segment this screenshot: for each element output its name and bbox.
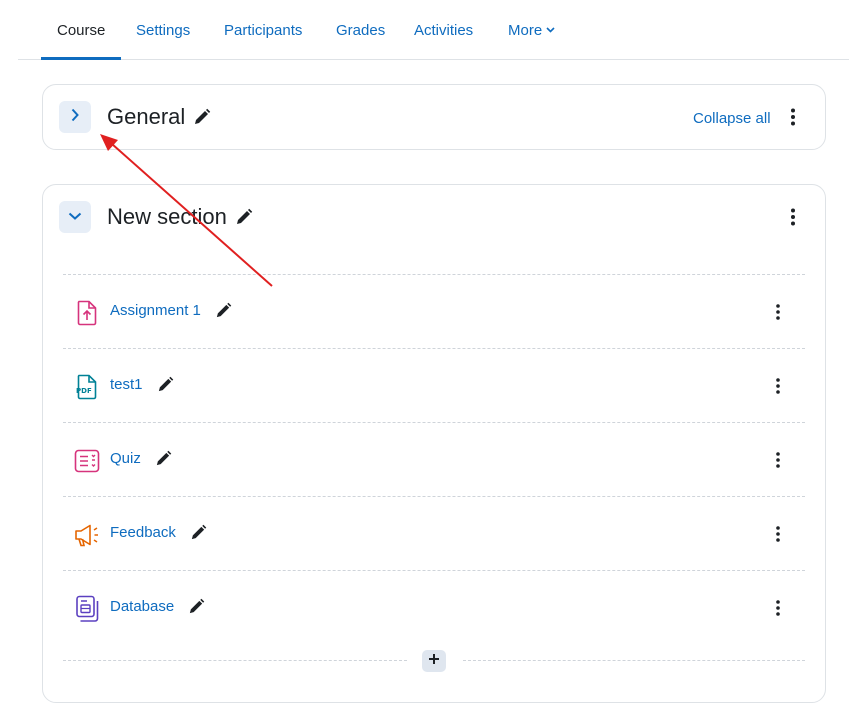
activity-actions-menu-icon[interactable] <box>771 301 785 323</box>
section-new-section: New section Assignment 1 PDF test1 Quiz … <box>42 184 826 703</box>
chevron-down-icon <box>68 208 82 226</box>
edit-pencil-icon[interactable] <box>215 302 232 319</box>
pdf-file-icon: PDF <box>73 373 101 401</box>
activity-link[interactable]: test1 <box>110 376 174 393</box>
activity-divider <box>63 422 805 423</box>
chevron-down-icon <box>546 27 555 33</box>
expand-section-toggle[interactable] <box>59 101 91 133</box>
section-title: General <box>107 104 211 130</box>
database-icon <box>73 595 101 623</box>
edit-pencil-icon[interactable] <box>193 108 211 126</box>
pdf-icon-label: PDF <box>76 387 92 395</box>
tab-more-label: More <box>508 21 543 39</box>
plus-icon <box>428 652 440 670</box>
tab-grades[interactable]: Grades <box>336 0 385 60</box>
activity-actions-menu-icon[interactable] <box>771 375 785 397</box>
activity-actions-menu-icon[interactable] <box>771 449 785 471</box>
tab-participants[interactable]: Participants <box>224 0 302 60</box>
section-title: New section <box>107 204 253 230</box>
activity-name[interactable]: Quiz <box>110 450 141 467</box>
activity-divider <box>63 274 805 275</box>
edit-pencil-icon[interactable] <box>235 208 253 226</box>
megaphone-icon <box>73 521 101 549</box>
tab-participants-label: Participants <box>224 21 303 39</box>
course-navigation-tabs: Course Settings Participants Grades Acti… <box>18 0 849 60</box>
section-general: General Collapse all <box>42 84 826 150</box>
collapse-section-toggle[interactable] <box>59 201 91 233</box>
activity-item: Quiz <box>63 440 805 480</box>
add-activity-button[interactable] <box>422 650 446 672</box>
activity-item: Database <box>63 588 805 628</box>
activity-actions-menu-icon[interactable] <box>771 523 785 545</box>
activity-item: Assignment 1 <box>63 292 805 332</box>
activity-divider <box>63 348 805 349</box>
tab-activities[interactable]: Activities <box>414 0 473 60</box>
edit-pencil-icon[interactable] <box>155 450 172 467</box>
activity-divider <box>63 496 805 497</box>
tab-settings-label: Settings <box>136 21 191 39</box>
activity-actions-menu-icon[interactable] <box>771 597 785 619</box>
activity-link[interactable]: Quiz <box>110 450 172 467</box>
activity-name[interactable]: test1 <box>110 376 143 393</box>
edit-pencil-icon[interactable] <box>157 376 174 393</box>
tab-more[interactable]: More <box>508 0 555 60</box>
tab-activities-label: Activities <box>414 21 474 39</box>
add-activity-divider-right <box>463 660 805 661</box>
activity-divider <box>63 570 805 571</box>
edit-pencil-icon[interactable] <box>188 598 205 615</box>
add-activity-divider-left <box>63 660 407 661</box>
activity-link[interactable]: Database <box>110 598 205 615</box>
activity-name[interactable]: Feedback <box>110 524 176 541</box>
activity-item: PDF test1 <box>63 366 805 406</box>
section-title-text[interactable]: General <box>107 104 185 130</box>
activity-link[interactable]: Feedback <box>110 524 207 541</box>
edit-pencil-icon[interactable] <box>190 524 207 541</box>
quiz-icon <box>73 447 101 475</box>
activity-name[interactable]: Assignment 1 <box>110 302 201 319</box>
activity-name[interactable]: Database <box>110 598 174 615</box>
tab-settings[interactable]: Settings <box>136 0 190 60</box>
section-actions-menu-icon[interactable] <box>786 106 800 128</box>
assignment-icon <box>73 299 101 327</box>
tab-course-label: Course <box>57 21 106 39</box>
chevron-right-icon <box>70 108 80 127</box>
section-actions-menu-icon[interactable] <box>786 206 800 228</box>
tab-grades-label: Grades <box>336 21 386 39</box>
tab-course[interactable]: Course <box>40 0 122 60</box>
section-title-text[interactable]: New section <box>107 204 227 230</box>
activity-link[interactable]: Assignment 1 <box>110 302 232 319</box>
collapse-all-link[interactable]: Collapse all <box>693 110 771 127</box>
activity-item: Feedback <box>63 514 805 554</box>
